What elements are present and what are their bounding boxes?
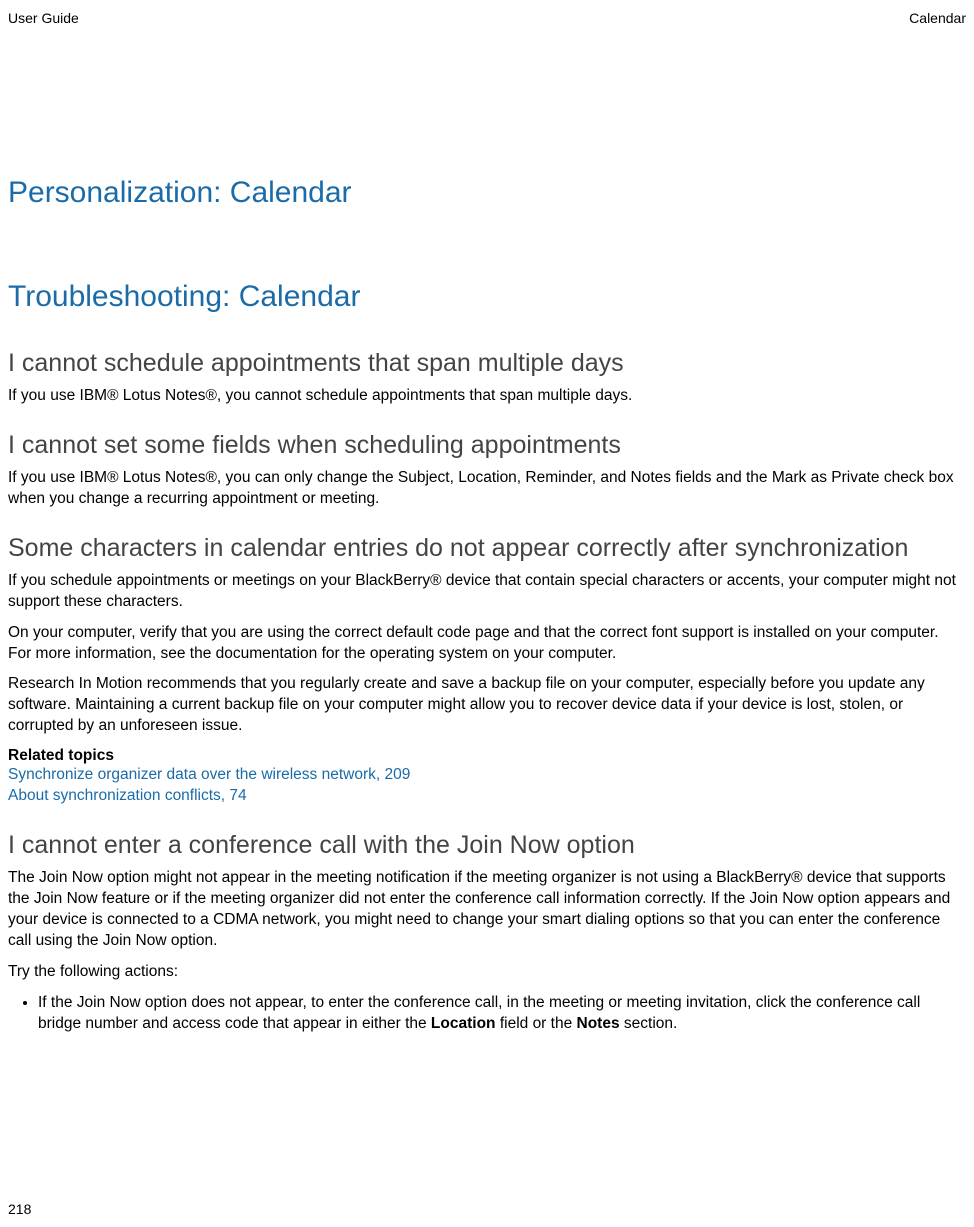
subheading: I cannot set some fields when scheduling… (8, 431, 966, 460)
page-header: User Guide Calendar (8, 10, 966, 26)
heading-troubleshooting: Troubleshooting: Calendar (8, 280, 966, 314)
paragraph: The Join Now option might not appear in … (8, 868, 966, 952)
bold-text: Notes (577, 1015, 620, 1032)
paragraph: If you schedule appointments or meetings… (8, 571, 966, 613)
paragraph: Try the following actions: (8, 962, 966, 983)
bullet-list: If the Join Now option does not appear, … (8, 993, 966, 1035)
paragraph: On your computer, verify that you are us… (8, 623, 966, 665)
link-sync-conflicts[interactable]: About synchronization conflicts, 74 (8, 786, 966, 807)
paragraph: If you use IBM® Lotus Notes®, you cannot… (8, 386, 966, 407)
subheading: I cannot enter a conference call with th… (8, 831, 966, 860)
section-characters-sync: Some characters in calendar entries do n… (8, 534, 966, 807)
section-set-fields: I cannot set some fields when scheduling… (8, 431, 966, 510)
section-join-now: I cannot enter a conference call with th… (8, 831, 966, 1034)
subheading: Some characters in calendar entries do n… (8, 534, 966, 563)
list-item: If the Join Now option does not appear, … (38, 993, 966, 1035)
heading-personalization: Personalization: Calendar (8, 176, 966, 210)
text: section. (620, 1015, 678, 1032)
link-sync-organizer[interactable]: Synchronize organizer data over the wire… (8, 765, 966, 786)
related-topics-heading: Related topics (8, 747, 966, 765)
bold-text: Location (431, 1015, 496, 1032)
header-right: Calendar (909, 10, 966, 26)
section-multiple-days: I cannot schedule appointments that span… (8, 349, 966, 407)
page-number: 218 (8, 1201, 31, 1217)
subheading: I cannot schedule appointments that span… (8, 349, 966, 378)
text: field or the (496, 1015, 577, 1032)
paragraph: Research In Motion recommends that you r… (8, 674, 966, 737)
paragraph: If you use IBM® Lotus Notes®, you can on… (8, 468, 966, 510)
header-left: User Guide (8, 10, 79, 26)
